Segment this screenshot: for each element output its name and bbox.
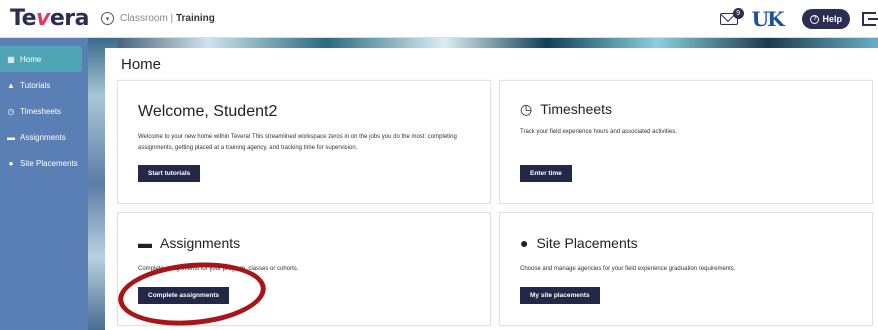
stopwatch-icon: ◷ (520, 101, 533, 117)
site-placements-heading: ● Site Placements (520, 235, 638, 251)
timesheets-heading: ◷ Timesheets (520, 101, 613, 117)
folder-icon: ▬ (7, 132, 15, 142)
mail-count-badge: 9 (732, 8, 744, 19)
help-button[interactable]: ? Help (802, 9, 850, 29)
question-icon: ? (810, 14, 820, 24)
assignments-heading: ▬ Assignments (138, 235, 241, 251)
logout-icon[interactable] (862, 12, 878, 26)
sidebar: ▦ Home ▲ Tutorials ◷ Timesheets ▬ Assignment… (0, 38, 90, 330)
sidebar-item-assignments[interactable]: ▬ Assignments (0, 124, 88, 150)
top-bar: Tevera ▾ Classroom | Training 9 UK ? Help (0, 0, 878, 38)
welcome-heading: Welcome, Student2 (138, 103, 278, 120)
start-tutorials-button[interactable]: Start tutorials (138, 165, 201, 182)
stopwatch-icon: ◷ (7, 106, 15, 116)
breadcrumb-prefix: Classroom | (119, 13, 176, 24)
sidebar-item-tutorials[interactable]: ▲ Tutorials (0, 72, 88, 98)
timesheets-text: Track your field experience hours and as… (520, 129, 677, 135)
sidebar-item-timesheets[interactable]: ◷ Timesheets (0, 98, 88, 124)
site-placements-card: ● Site Placements Choose and manage agenc… (499, 212, 873, 326)
timesheets-card: ◷ Timesheets Track your field experience … (499, 80, 873, 204)
enter-time-button[interactable]: Enter time (520, 165, 572, 182)
my-site-placements-button[interactable]: My site placements (520, 287, 600, 304)
folder-icon: ▬ (138, 235, 152, 251)
site-placements-text: Choose and manage agencies for your fiel… (520, 266, 736, 272)
grid-icon: ▦ (7, 54, 15, 64)
welcome-text: Welcome to your new home within Tevera! … (138, 134, 457, 151)
map-pin-icon: ● (520, 235, 529, 251)
sidebar-item-home[interactable]: ▦ Home (0, 46, 82, 72)
breadcrumb-current: Training (175, 13, 215, 24)
tevera-logo[interactable]: Tevera (10, 6, 89, 31)
header-banner (90, 38, 878, 48)
map-pin-icon: ● (8, 158, 14, 168)
institution-logo: UK (751, 7, 785, 31)
graduation-cap-icon: ▲ (7, 80, 15, 90)
page-title: Home (121, 56, 162, 73)
breadcrumb: Classroom | Training (120, 13, 215, 24)
welcome-card: Welcome, Student2 Welcome to your new ho… (117, 80, 491, 204)
mail-icon[interactable]: 9 (719, 8, 744, 25)
classroom-switch-icon[interactable]: ▾ (100, 12, 114, 25)
sidebar-item-site-placements[interactable]: ● Site Placements (0, 150, 88, 176)
